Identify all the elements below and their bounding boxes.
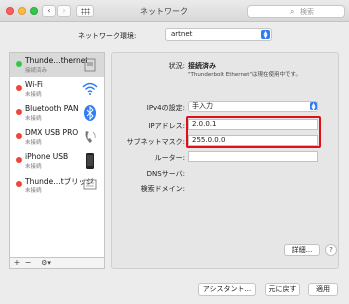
dns-server-label: DNSサーバ: (146, 170, 185, 178)
grid-icon (81, 8, 90, 15)
location-value: artnet (171, 30, 193, 38)
service-item-thunderbolt-bridge[interactable]: Thunde…tブリッジ 未接続 (10, 173, 104, 197)
wifi-icon (82, 82, 98, 95)
service-item-thunderbolt-ethernet[interactable]: Thunde…thernet 接続済み (10, 53, 104, 77)
add-service-button[interactable]: + (12, 258, 22, 268)
service-item-dmx-usb-pro[interactable]: DMX USB PRO 未接続 (10, 125, 104, 149)
subnet-mask-field[interactable]: 255.0.0.0 (188, 135, 318, 146)
chevron-left-icon: ‹ (47, 6, 51, 15)
status-dot-disconnected (16, 133, 22, 139)
status-dot-disconnected (16, 85, 22, 91)
revert-button[interactable]: 元に戻す (265, 283, 300, 296)
location-label: ネットワーク環境: (78, 32, 137, 40)
title-bar: ‹ › ネットワーク ⌕ 検索 (0, 0, 349, 22)
service-status: 未接続 (25, 92, 42, 98)
search-field[interactable]: ⌕ 検索 (247, 5, 345, 18)
status-dot-disconnected (16, 157, 22, 163)
ipv4-value: 手入力 (192, 102, 213, 110)
ethernet-icon (84, 58, 96, 72)
service-name: Bluetooth PAN (25, 104, 79, 113)
bridge-icon (83, 179, 97, 190)
chevron-updown-icon: ▲ ▼ (261, 30, 270, 40)
sidebar-toolbar: + − ⚙▾ (9, 258, 105, 269)
ip-address-label: IPアドレス: (148, 122, 185, 130)
advanced-button[interactable]: 詳細... (284, 244, 320, 256)
service-status: 接続済み (25, 68, 48, 74)
ipv4-select[interactable]: 手入力 ▲ ▼ (188, 101, 318, 112)
forward-button[interactable]: › (57, 5, 71, 17)
close-button[interactable] (6, 7, 14, 15)
iphone-icon (86, 153, 94, 169)
router-label: ルーター: (154, 154, 185, 162)
search-icon: ⌕ (290, 7, 295, 16)
status-label: 状況: (168, 62, 185, 70)
service-item-bluetooth-pan[interactable]: Bluetooth PAN 未接続 (10, 101, 104, 125)
chevron-updown-icon: ▲ ▼ (310, 102, 317, 112)
service-status: 未接続 (25, 164, 42, 170)
gear-menu-button[interactable]: ⚙▾ (37, 258, 55, 268)
status-description: "Thunderbolt Ethernet"は現在使用中です。 (188, 72, 301, 78)
service-name: DMX USB PRO (25, 128, 79, 137)
chevron-right-icon: › (62, 6, 66, 15)
assistant-button[interactable]: アシスタント... (198, 283, 256, 296)
service-item-wifi[interactable]: Wi-Fi 未接続 (10, 77, 104, 101)
show-all-button[interactable] (76, 5, 94, 17)
status-dot-disconnected (16, 181, 22, 187)
search-placeholder: 検索 (300, 8, 314, 16)
remove-service-button[interactable]: − (23, 258, 33, 268)
ipv4-label: IPv4の設定: (146, 104, 185, 112)
apply-button[interactable]: 適用 (308, 283, 338, 296)
back-button[interactable]: ‹ (42, 5, 56, 17)
maximize-button[interactable] (30, 7, 38, 15)
ip-address-field[interactable]: 2.0.0.1 (188, 119, 318, 130)
window-title: ネットワーク (140, 7, 188, 16)
search-domain-label: 検索ドメイン: (140, 185, 185, 193)
network-preferences-window: ‹ › ネットワーク ⌕ 検索 ネットワーク環境: artnet ▲ ▼ Thun… (0, 0, 349, 304)
status-dot-connected (16, 61, 22, 67)
minimize-button[interactable] (18, 7, 26, 15)
service-status: 未接続 (25, 116, 42, 122)
service-name: Wi-Fi (25, 80, 43, 89)
status-dot-disconnected (16, 109, 22, 115)
router-field[interactable] (188, 151, 318, 162)
service-name: iPhone USB (25, 152, 69, 161)
service-item-iphone-usb[interactable]: iPhone USB 未接続 (10, 149, 104, 173)
service-status: 未接続 (25, 140, 42, 146)
detail-panel: 状況: 接続済み "Thunderbolt Ethernet"は現在使用中です。… (111, 52, 339, 269)
service-list: Thunde…thernet 接続済み Wi-Fi 未接続 Bluetooth … (9, 52, 105, 258)
location-select[interactable]: artnet ▲ ▼ (165, 28, 272, 41)
help-button[interactable]: ? (325, 244, 337, 256)
service-status: 未接続 (25, 188, 42, 194)
subnet-mask-label: サブネットマスク: (126, 138, 185, 146)
service-name: Thunde…thernet (25, 56, 89, 65)
phone-icon (85, 131, 96, 143)
bluetooth-icon (84, 105, 96, 121)
